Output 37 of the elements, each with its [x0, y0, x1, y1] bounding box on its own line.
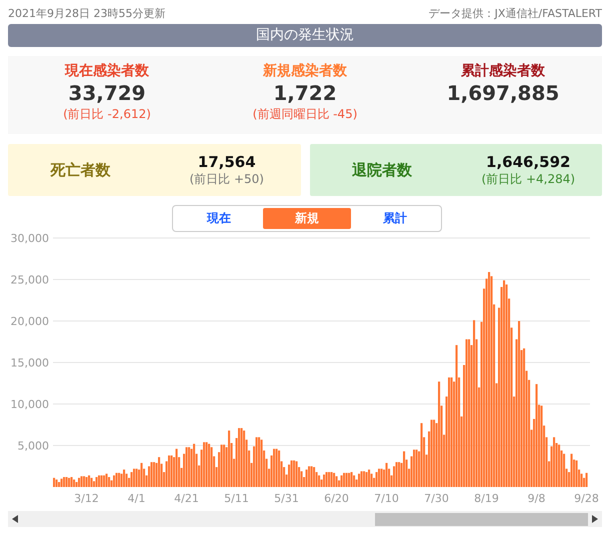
- axis-label: 15,000: [10, 356, 49, 370]
- stat-value: 33,729: [68, 80, 146, 106]
- axis-label: 5/11: [224, 492, 249, 504]
- axis-label: 7/10: [374, 492, 399, 504]
- axis-label: 9/8: [528, 492, 546, 504]
- view-tab[interactable]: 現在: [175, 208, 263, 229]
- stat-change: (前日比 -2,612): [63, 106, 151, 123]
- stat-label: 新規感染者数: [263, 62, 347, 80]
- axis-label: 10,000: [10, 398, 49, 411]
- view-tab[interactable]: 累計: [351, 208, 439, 229]
- view-tab[interactable]: 新規: [263, 208, 351, 229]
- axis-label: 6/20: [324, 492, 349, 504]
- data-source: データ提供：JX通信社/FASTALERT: [428, 6, 602, 20]
- outcome-change: (前日比 +4,284): [481, 170, 576, 188]
- axis-label: 20,000: [10, 315, 49, 328]
- axis-label: 7/30: [424, 492, 449, 504]
- axis-label: 4/21: [174, 492, 199, 504]
- axis-label: 9/28: [574, 492, 599, 504]
- outcome-label: 死亡者数: [49, 160, 112, 180]
- axis-label: 5,000: [18, 440, 49, 452]
- section-title: 国内の発生状況: [8, 24, 602, 47]
- stat-label: 現在感染者数: [65, 62, 149, 80]
- outcome-change: (前日比 +50): [189, 170, 264, 188]
- outcome-value: 17,564: [198, 152, 256, 170]
- outcome-label: 退院者数: [351, 160, 413, 180]
- axis-label: 4/1: [128, 492, 146, 504]
- axis-label: 25,000: [10, 274, 49, 286]
- stat-label: 累計感染者数: [461, 62, 545, 80]
- stat-change: (前週同曜日比 -45): [252, 106, 358, 123]
- stat-value: 1,697,885: [446, 80, 560, 106]
- axis-label: 3/12: [74, 492, 99, 504]
- outcome-value: 1,646,592: [486, 152, 570, 170]
- axis-label: 30,000: [10, 232, 49, 245]
- axis-label: 5/31: [274, 492, 299, 504]
- update-time: 2021年9月28日 23時55分更新: [8, 6, 166, 20]
- stat-value: 1,722: [273, 80, 337, 106]
- axis-label: 8/19: [474, 492, 499, 504]
